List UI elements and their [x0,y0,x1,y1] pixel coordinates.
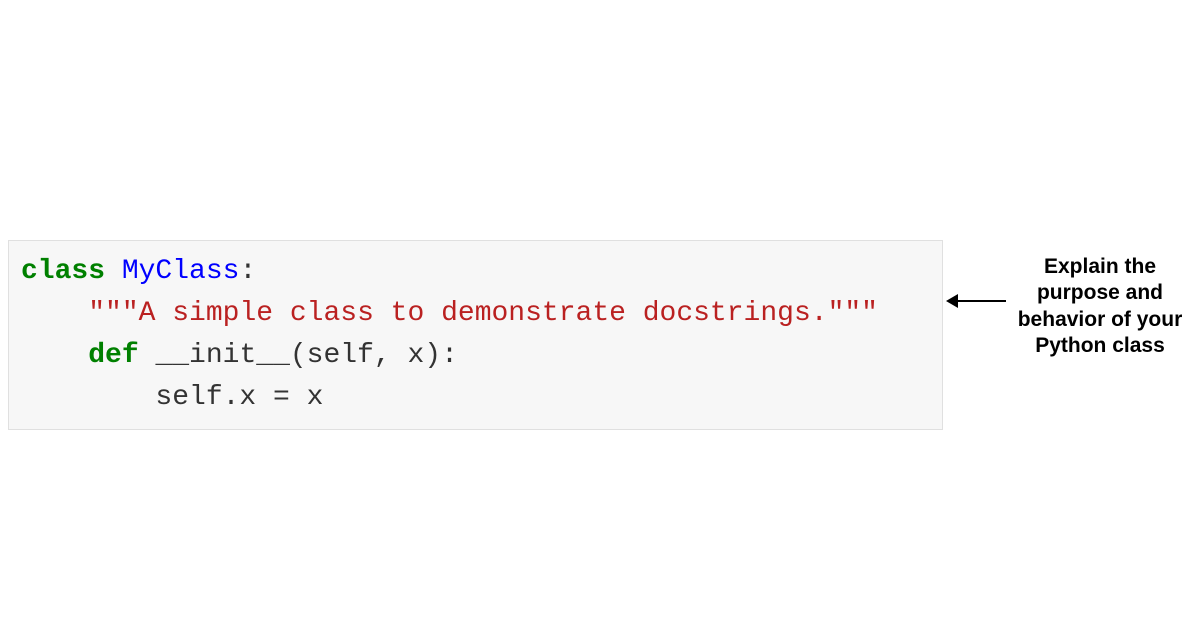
space [139,340,156,371]
class-name: MyClass [122,256,240,287]
space [105,256,122,287]
code-line-def: def __init__(self, x): [21,335,930,377]
arrow-left-icon [948,300,1006,302]
docstring-close: """ [828,298,878,329]
code-block: class MyClass: """A simple class to demo… [8,240,943,430]
colon: : [239,256,256,287]
keyword-class: class [21,256,105,287]
docstring-text: A simple class to demonstrate docstrings… [139,298,828,329]
func-params: (self, x): [290,340,458,371]
keyword-def: def [88,340,138,371]
arrow-pointer [948,298,1006,302]
code-line-body: self.x = x [21,377,930,419]
annotation-text: Explain the purpose and behavior of your… [1010,254,1190,359]
func-name: __init__ [155,340,289,371]
code-line-docstring: """A simple class to demonstrate docstri… [21,293,930,335]
indent [21,298,88,329]
docstring-open: """ [88,298,138,329]
indent [21,340,88,371]
body-text: self.x = x [155,382,323,413]
code-line-class-def: class MyClass: [21,251,930,293]
indent [21,382,155,413]
